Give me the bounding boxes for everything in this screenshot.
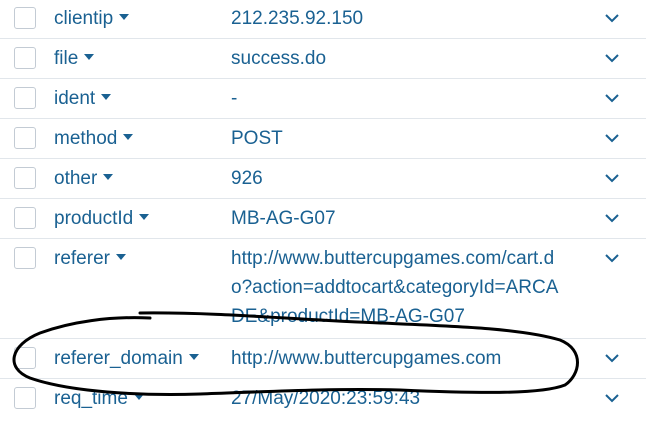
field-value-referer-domain[interactable]: http://www.buttercupgames.com [231, 344, 566, 373]
field-name-file[interactable]: file [54, 48, 95, 70]
field-row-referer: referer http://www.buttercupgames.com/ca… [0, 239, 646, 339]
field-value-productid[interactable]: MB-AG-G07 [231, 204, 566, 233]
field-name-clientip[interactable]: clientip [54, 8, 130, 30]
field-checkbox[interactable] [14, 247, 36, 269]
field-list: clientip 212.235.92.150 file success.do … [0, 0, 646, 419]
field-row-file: file success.do [0, 39, 646, 79]
chevron-down-icon[interactable] [604, 252, 620, 264]
field-checkbox[interactable] [14, 387, 36, 409]
field-checkbox[interactable] [14, 127, 36, 149]
field-row-req-time: req_time 27/May/2020:23:59:43 [0, 379, 646, 419]
field-value-file[interactable]: success.do [231, 44, 566, 73]
field-value-method[interactable]: POST [231, 124, 566, 153]
field-name-method[interactable]: method [54, 128, 134, 150]
chevron-down-icon[interactable] [604, 212, 620, 224]
field-checkbox[interactable] [14, 87, 36, 109]
chevron-down-icon[interactable] [604, 132, 620, 144]
caret-down-icon [101, 93, 112, 100]
chevron-down-icon[interactable] [604, 352, 620, 364]
field-value-ident[interactable]: - [231, 84, 566, 113]
chevron-down-icon[interactable] [604, 12, 620, 24]
field-row-clientip: clientip 212.235.92.150 [0, 0, 646, 39]
field-name-referer-domain[interactable]: referer_domain [54, 348, 199, 370]
chevron-down-icon[interactable] [604, 172, 620, 184]
field-value-req-time[interactable]: 27/May/2020:23:59:43 [231, 384, 566, 413]
caret-down-icon [123, 133, 134, 140]
caret-down-icon [115, 253, 126, 260]
field-name-productid[interactable]: productId [54, 208, 150, 230]
field-checkbox[interactable] [14, 167, 36, 189]
caret-down-icon [103, 173, 114, 180]
field-value-referer[interactable]: http://www.buttercupgames.com/cart.do?ac… [231, 244, 566, 331]
chevron-down-icon[interactable] [604, 52, 620, 64]
field-row-productid: productId MB-AG-G07 [0, 199, 646, 239]
caret-down-icon [84, 53, 95, 60]
caret-down-icon [139, 213, 150, 220]
field-row-method: method POST [0, 119, 646, 159]
field-row-ident: ident - [0, 79, 646, 119]
field-name-req-time[interactable]: req_time [54, 388, 144, 410]
field-name-ident[interactable]: ident [54, 88, 112, 110]
field-name-referer[interactable]: referer [54, 248, 126, 270]
field-checkbox[interactable] [14, 347, 36, 369]
field-row-other: other 926 [0, 159, 646, 199]
caret-down-icon [133, 393, 144, 400]
field-checkbox[interactable] [14, 207, 36, 229]
field-row-referer-domain: referer_domain http://www.buttercupgames… [0, 339, 646, 379]
field-name-other[interactable]: other [54, 168, 114, 190]
chevron-down-icon[interactable] [604, 392, 620, 404]
caret-down-icon [119, 13, 130, 20]
caret-down-icon [188, 353, 199, 360]
field-value-clientip[interactable]: 212.235.92.150 [231, 4, 566, 33]
field-checkbox[interactable] [14, 7, 36, 29]
chevron-down-icon[interactable] [604, 92, 620, 104]
field-checkbox[interactable] [14, 47, 36, 69]
field-value-other[interactable]: 926 [231, 164, 566, 193]
